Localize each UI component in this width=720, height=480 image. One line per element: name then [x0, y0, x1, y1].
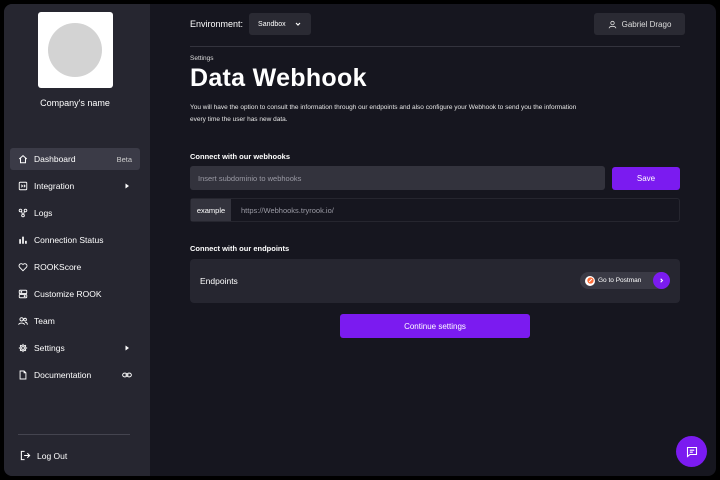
link-icon: [122, 364, 132, 386]
breadcrumb: Settings: [190, 55, 214, 62]
app-window: Company's name Dashboard Beta Integratio…: [4, 4, 716, 476]
team-icon: [18, 316, 28, 326]
sidebar-item-label: Customize ROOK: [34, 289, 102, 299]
sidebar-item-rookscore[interactable]: ROOKScore: [10, 256, 140, 278]
sidebar-nav: Dashboard Beta Integration Logs Connecti…: [10, 148, 140, 391]
sidebar-item-label: Connection Status: [34, 235, 104, 245]
sidebar-item-integration[interactable]: Integration: [10, 175, 140, 197]
sidebar-item-label: Integration: [34, 181, 75, 191]
postman-label: Go to Postman: [598, 277, 642, 284]
sidebar-item-documentation[interactable]: Documentation: [10, 364, 140, 386]
example-tag: example: [191, 199, 231, 221]
chevron-right-icon: [653, 272, 670, 289]
environment-label: Environment:: [190, 19, 244, 29]
gear-icon: [18, 343, 28, 353]
sidebar-item-settings[interactable]: Settings: [10, 337, 140, 359]
user-icon: [608, 20, 616, 28]
sidebar-item-label: Team: [34, 316, 55, 326]
page-description: You will have the option to consult the …: [190, 104, 577, 123]
logout-button[interactable]: Log Out: [20, 450, 67, 461]
logout-icon: [20, 450, 31, 461]
integration-icon: [18, 181, 28, 191]
customize-icon: [18, 289, 28, 299]
chevron-right-icon: [122, 175, 132, 197]
endpoints-section-label: Connect with our endpoints: [190, 244, 290, 253]
beta-badge: Beta: [116, 154, 132, 164]
company-logo[interactable]: [38, 12, 113, 88]
postman-icon: [585, 275, 595, 286]
sidebar-item-logs[interactable]: Logs: [10, 202, 140, 224]
save-button[interactable]: Save: [612, 167, 680, 190]
logout-label: Log Out: [37, 450, 68, 461]
endpoints-label: Endpoints: [200, 276, 238, 286]
user-menu-button[interactable]: Gabriel Drago: [594, 13, 685, 35]
example-url-row: example https://Webhooks.tryrook.io/: [190, 198, 680, 222]
sidebar-item-label: Documentation: [34, 370, 92, 380]
logs-icon: [18, 208, 28, 218]
document-icon: [18, 370, 28, 380]
webhook-subdomain-input[interactable]: [190, 166, 605, 190]
chevron-right-icon: [122, 337, 132, 359]
chat-button[interactable]: [676, 436, 707, 467]
sidebar-item-connection-status[interactable]: Connection Status: [10, 229, 140, 251]
sidebar-item-team[interactable]: Team: [10, 310, 140, 332]
logo-placeholder: [48, 23, 102, 77]
company-name: Company's name: [40, 98, 110, 108]
example-url: https://Webhooks.tryrook.io/: [241, 205, 334, 215]
user-name: Gabriel Drago: [621, 19, 672, 29]
continue-settings-button[interactable]: Continue settings: [340, 314, 530, 338]
sidebar-item-dashboard[interactable]: Dashboard Beta: [10, 148, 140, 170]
environment-switcher: Environment: Sandbox: [190, 13, 311, 35]
heart-icon: [18, 262, 28, 272]
sidebar: Company's name Dashboard Beta Integratio…: [4, 4, 150, 476]
webhooks-section-label: Connect with our webhooks: [190, 152, 291, 161]
sidebar-item-label: Logs: [34, 208, 53, 218]
chat-icon: [686, 446, 697, 458]
page-title: Data Webhook: [190, 64, 367, 92]
sidebar-divider: [18, 434, 130, 435]
sidebar-item-label: ROOKScore: [34, 262, 82, 272]
environment-select[interactable]: Sandbox: [249, 13, 311, 35]
bar-chart-icon: [18, 235, 28, 245]
chevron-down-icon: [295, 22, 301, 26]
go-to-postman-button[interactable]: Go to Postman: [580, 272, 670, 289]
header-divider: [190, 46, 680, 47]
endpoints-card: Endpoints Go to Postman: [190, 259, 680, 303]
environment-value: Sandbox: [258, 20, 286, 28]
sidebar-item-customize-rook[interactable]: Customize ROOK: [10, 283, 140, 305]
home-icon: [18, 154, 28, 164]
sidebar-item-label: Settings: [34, 343, 65, 353]
sidebar-item-label: Dashboard: [34, 154, 76, 164]
